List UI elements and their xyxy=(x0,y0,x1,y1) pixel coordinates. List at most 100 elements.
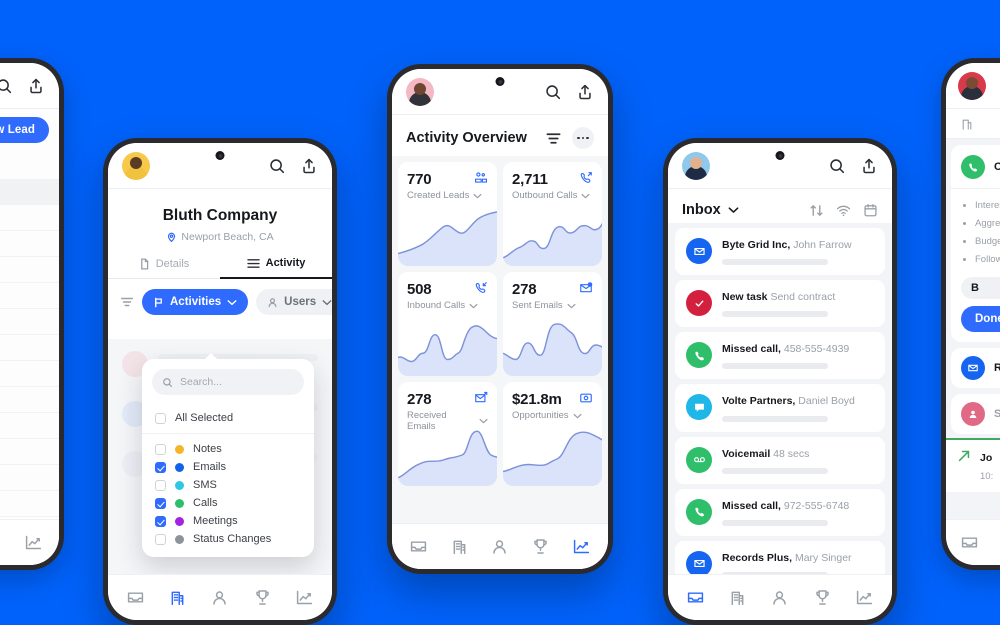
avatar[interactable] xyxy=(406,77,434,106)
search-icon[interactable] xyxy=(268,157,286,175)
building-icon[interactable] xyxy=(450,537,469,556)
inbox-icon[interactable] xyxy=(409,537,428,556)
trophy-icon[interactable] xyxy=(813,588,832,607)
building-icon[interactable] xyxy=(168,588,187,607)
list-item[interactable] xyxy=(0,465,59,491)
wifi-icon[interactable] xyxy=(836,203,851,218)
calendar-icon[interactable] xyxy=(863,203,878,218)
kpi-card-created-leads[interactable]: 770 Created Leads xyxy=(398,162,497,266)
list-item[interactable]: Status Changes xyxy=(142,530,314,548)
checkbox[interactable] xyxy=(155,479,166,491)
list-item[interactable]: SMS xyxy=(142,476,314,494)
sort-icon[interactable] xyxy=(809,203,824,218)
person-icon[interactable] xyxy=(490,537,509,556)
activity-entry[interactable]: Jo 10: xyxy=(946,440,1000,493)
avatar[interactable] xyxy=(122,151,150,180)
list-item[interactable] xyxy=(0,439,59,465)
inbox-icon[interactable] xyxy=(686,588,705,607)
kpi-card-sent-emails[interactable]: 278 Sent Emails xyxy=(503,272,602,376)
list-item[interactable]: Records Plus, Mary Singer xyxy=(675,540,885,574)
list-item[interactable] xyxy=(0,231,59,257)
inbox-title-group[interactable]: Inbox xyxy=(682,202,739,218)
person-icon[interactable] xyxy=(770,588,789,607)
chevron-down-icon[interactable] xyxy=(728,206,739,214)
inbox-icon[interactable] xyxy=(126,588,145,607)
avatar[interactable] xyxy=(682,151,710,180)
list-item[interactable]: Byte Grid Inc, John Farrow xyxy=(675,228,885,276)
list-item[interactable] xyxy=(0,387,59,413)
entry-time: 10: xyxy=(980,471,994,483)
list-item[interactable]: Missed call, 972-555-6748 xyxy=(675,488,885,536)
list-item[interactable] xyxy=(0,257,59,283)
search-icon[interactable] xyxy=(544,83,562,101)
chart-icon[interactable] xyxy=(572,537,591,556)
chevron-down-icon[interactable] xyxy=(581,193,590,199)
avatar[interactable] xyxy=(958,71,986,100)
trophy-icon[interactable] xyxy=(253,588,272,607)
record-card[interactable]: R xyxy=(951,348,1000,389)
record-label: R xyxy=(994,362,1000,375)
leads-topbar xyxy=(0,63,59,109)
chevron-down-icon[interactable] xyxy=(469,303,478,309)
list-item[interactable]: New task Send contract xyxy=(675,280,885,328)
share-icon[interactable] xyxy=(27,77,45,95)
chart-icon[interactable] xyxy=(855,588,874,607)
all-selected-checkbox[interactable] xyxy=(155,412,166,424)
chevron-down-icon[interactable] xyxy=(473,193,482,199)
trophy-icon[interactable] xyxy=(531,537,550,556)
chevron-down-icon[interactable] xyxy=(573,413,582,419)
search-icon[interactable] xyxy=(0,77,13,95)
status-card[interactable]: S xyxy=(951,394,1000,435)
related-pill[interactable]: B xyxy=(961,277,1000,300)
search-icon[interactable] xyxy=(828,157,846,175)
list-item[interactable] xyxy=(0,283,59,309)
tab-activity[interactable]: Activity xyxy=(220,257,332,279)
search-input[interactable]: Search... xyxy=(152,369,304,395)
list-item[interactable] xyxy=(0,205,59,231)
share-icon[interactable] xyxy=(576,83,594,101)
list-item[interactable] xyxy=(0,309,59,335)
list-item[interactable] xyxy=(0,413,59,439)
message-list[interactable]: Byte Grid Inc, John Farrow New task Send… xyxy=(668,223,892,574)
new-lead-button[interactable]: New Lead xyxy=(0,117,49,143)
kpi-card-opportunities[interactable]: $21.8m Opportunities xyxy=(503,382,602,486)
checkbox[interactable] xyxy=(155,443,166,455)
list-item[interactable] xyxy=(0,361,59,387)
checkbox[interactable] xyxy=(155,515,166,527)
inbox-icon[interactable] xyxy=(960,533,979,552)
list-item[interactable]: Meetings xyxy=(142,512,314,530)
tab-details[interactable]: Details xyxy=(108,257,220,279)
share-icon[interactable] xyxy=(860,157,878,175)
call-card[interactable]: C Interes Aggres Budge Follow B Done xyxy=(951,145,1000,343)
chart-icon[interactable] xyxy=(295,588,314,607)
building-icon[interactable] xyxy=(728,588,747,607)
chart-icon[interactable] xyxy=(24,533,43,552)
list-item[interactable]: Missed call, 458-555-4939 xyxy=(675,332,885,380)
chevron-down-icon[interactable] xyxy=(567,303,576,309)
kpi-card-inbound-calls[interactable]: 508 Inbound Calls xyxy=(398,272,497,376)
kpi-card-received-emails[interactable]: 278 Received Emails xyxy=(398,382,497,486)
list-item[interactable]: Calls xyxy=(142,494,314,512)
list-item[interactable] xyxy=(0,491,59,517)
checkbox[interactable] xyxy=(155,461,166,473)
share-icon[interactable] xyxy=(300,157,318,175)
list-item[interactable]: Voicemail 48 secs xyxy=(675,436,885,484)
filter-activities-chip[interactable]: Activities xyxy=(142,289,249,315)
person-icon[interactable] xyxy=(210,588,229,607)
filter-icon[interactable] xyxy=(120,295,134,309)
done-button[interactable]: Done xyxy=(961,306,1000,333)
list-item[interactable]: Volte Partners, Daniel Boyd xyxy=(675,384,885,432)
more-icon[interactable] xyxy=(572,127,594,149)
checkbox[interactable] xyxy=(155,497,166,509)
filter-icon[interactable] xyxy=(545,130,562,147)
list-item[interactable] xyxy=(0,179,59,205)
kpi-grid: 770 Created Leads 2,711 Outbound Calls 5… xyxy=(392,156,608,523)
building-icon[interactable] xyxy=(960,117,974,131)
checkbox[interactable] xyxy=(155,533,166,545)
kpi-card-outbound-calls[interactable]: 2,711 Outbound Calls xyxy=(503,162,602,266)
list-item[interactable]: Emails xyxy=(142,458,314,476)
all-selected-row[interactable]: All Selected xyxy=(142,405,314,434)
filter-users-chip[interactable]: Users xyxy=(256,289,332,315)
list-item[interactable]: Notes xyxy=(142,440,314,458)
list-item[interactable] xyxy=(0,335,59,361)
